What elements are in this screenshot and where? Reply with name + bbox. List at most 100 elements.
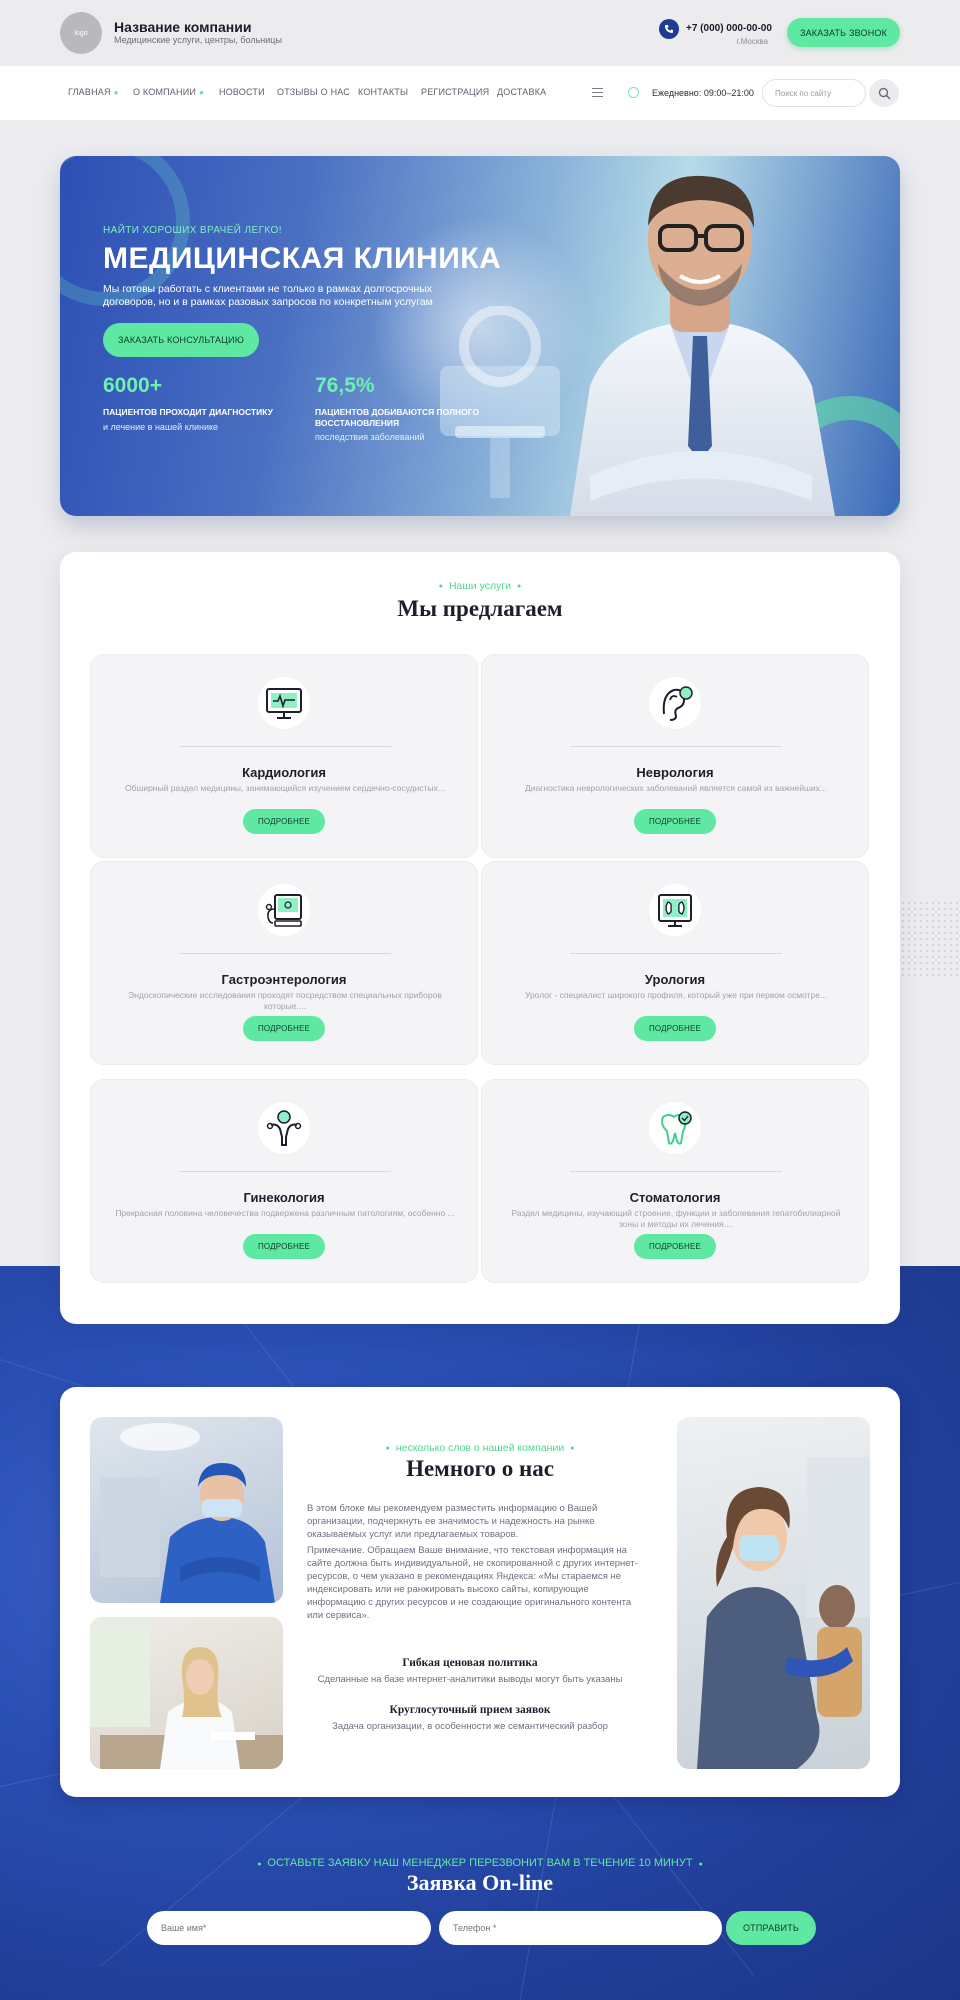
service-desc: Диагностика неврологических заболеваний …	[525, 783, 827, 793]
service-card: Неврология Диагностика неврологических з…	[481, 654, 869, 858]
service-title: Кардиология	[242, 765, 326, 780]
hero-lead-text: Мы готовы работать с клиентами не только…	[103, 283, 433, 308]
hero-banner: Найти хороших врачей легко! МЕДИЦИНСКАЯ …	[60, 156, 900, 516]
more-button[interactable]: Подробнее	[634, 1016, 716, 1041]
service-title: Стоматология	[629, 1190, 721, 1205]
service-desc: Эндоскопические исследования проходят по…	[128, 990, 442, 1011]
hero-kicker: Найти хороших врачей легко!	[103, 225, 282, 236]
services-title: Мы предлагаем	[397, 596, 563, 621]
city-label: г.Москва	[736, 37, 768, 46]
about-kicker-text: несколько слов о нашей компании	[395, 1442, 565, 1454]
service-card: Кардиология Обширный раздел медицины, за…	[90, 654, 478, 858]
hero-title: МЕДИЦИНСКАЯ КЛИНИКА	[103, 242, 502, 275]
service-title: Неврология	[636, 765, 714, 780]
card-divider	[570, 746, 782, 747]
more-button[interactable]: Подробнее	[243, 809, 325, 834]
doctor-writing-photo	[90, 1617, 283, 1769]
nav-item-about[interactable]: О компании ●	[133, 87, 204, 97]
stat-label: Пациентов добиваются полного восстановле…	[315, 407, 480, 428]
name-input[interactable]	[147, 1911, 431, 1945]
stat-sub: последствия заболеваний	[315, 432, 425, 442]
search-icon	[878, 87, 890, 99]
services-kicker-text: Наши услуги	[448, 580, 512, 592]
doctor-photo	[570, 175, 835, 516]
service-card: Гинекология Прекрасная половина человече…	[90, 1079, 478, 1283]
dropdown-dot-icon: ●	[199, 88, 205, 97]
nav-item-label: Контакты	[358, 87, 409, 97]
clock-icon	[628, 87, 639, 98]
company-tagline: Медицинские услуги, центры, больницы	[114, 35, 282, 45]
more-button[interactable]: Подробнее	[634, 1234, 716, 1259]
phone-number[interactable]: +7 (000) 000-00-00	[686, 23, 772, 34]
nav-item-news[interactable]: Новости	[219, 87, 265, 97]
services-kicker: ● Наши услуги ●	[438, 580, 522, 592]
main-nav: Главная ● О компании ● Новости Отзывы о на…	[0, 66, 960, 120]
logo-text: logo	[74, 29, 88, 37]
about-note: Примечание. Обращаем Ваше внимание, что …	[307, 1545, 638, 1621]
more-button[interactable]: Подробнее	[634, 809, 716, 834]
tooth-icon	[649, 1102, 701, 1154]
service-title: Урология	[644, 972, 706, 987]
ear-nerve-icon	[649, 677, 701, 729]
nav-item-reviews[interactable]: Отзывы о нас	[277, 87, 350, 97]
stat-sub: и лечение в нашей клинике	[103, 422, 219, 432]
feature-desc: Задача организации, в особенности же сем…	[332, 1721, 608, 1732]
card-divider	[179, 1171, 391, 1172]
about-title: Немного о нас	[406, 1456, 554, 1481]
nurse-photo	[677, 1417, 870, 1769]
request-title: Заявка On-line	[406, 1870, 554, 1895]
dropdown-dot-icon: ●	[113, 88, 119, 97]
search-button[interactable]	[869, 79, 899, 107]
card-divider	[179, 746, 391, 747]
service-desc: Прекрасная половина человечества подверж…	[115, 1208, 455, 1218]
search-input[interactable]: Поиск по сайту	[762, 79, 866, 107]
about-paragraph: В этом блоке мы рекомендуем разместить и…	[307, 1503, 598, 1540]
service-desc: Раздел медицины, изучающий строение, фун…	[511, 1208, 841, 1229]
more-button[interactable]: Подробнее	[243, 1016, 325, 1041]
uterus-icon	[258, 1102, 310, 1154]
nav-item-label: Регистрация	[421, 87, 490, 97]
nav-item-label: О компании	[133, 87, 197, 97]
decor-dot-grid	[900, 900, 960, 980]
nav-item-contacts[interactable]: Контакты	[358, 87, 408, 97]
phone-input[interactable]	[439, 1911, 722, 1945]
about-section: ● несколько слов о нашей компании ● Немног…	[60, 1387, 900, 1797]
card-divider	[570, 953, 782, 954]
stat-number: 6000+	[103, 374, 162, 397]
more-button[interactable]: Подробнее	[243, 1234, 325, 1259]
cardio-monitor-icon	[258, 677, 310, 729]
card-divider	[570, 1171, 782, 1172]
top-bar: logo Название компании Медицинские услуг…	[0, 0, 960, 66]
nav-item-delivery[interactable]: Доставка	[497, 87, 546, 97]
stat-label: Пациентов проходит диагностику	[103, 407, 273, 417]
services-section: ● Наши услуги ● Мы предлагаем Кардиология …	[60, 552, 900, 1324]
kidney-screen-icon	[649, 884, 701, 936]
order-consultation-button[interactable]: Заказать консультацию	[103, 323, 259, 357]
working-hours: Ежедневно: 09:00–21:00	[652, 88, 754, 98]
request-kicker: ● Оставьте заявку наш менеджер перезвонит…	[257, 1857, 703, 1869]
endoscope-device-icon	[258, 884, 310, 936]
service-card: Урология Уролог - специалист широкого пр…	[481, 861, 869, 1065]
service-title: Гастроэнтерология	[221, 972, 347, 987]
nav-item-home[interactable]: Главная ●	[68, 87, 119, 97]
company-name: Название компании	[114, 19, 252, 35]
feature-title: Круглосуточный прием заявок	[389, 1704, 551, 1716]
feature-title: Гибкая ценовая политика	[402, 1657, 538, 1669]
search-placeholder: Поиск по сайту	[775, 88, 832, 98]
service-card: Гастроэнтерология Эндоскопические исслед…	[90, 861, 478, 1065]
menu-icon[interactable]	[592, 88, 603, 97]
stat-number: 76,5%	[315, 374, 375, 397]
nav-item-label: Новости	[219, 87, 265, 97]
service-title: Гинекология	[243, 1190, 325, 1205]
request-kicker-text: Оставьте заявку наш менеджер перезвонит …	[267, 1857, 693, 1869]
order-call-button[interactable]: Заказать звонок	[787, 18, 900, 47]
submit-button[interactable]: Отправить	[726, 1911, 816, 1945]
nav-item-label: Отзывы о нас	[277, 87, 350, 97]
service-desc: Обширный раздел медицины, занимающийся и…	[125, 783, 445, 793]
phone-icon	[659, 19, 679, 39]
nav-item-label: Доставка	[497, 87, 547, 97]
nav-item-label: Главная	[68, 87, 111, 97]
service-desc: Уролог - специалист широкого профиля, ко…	[524, 990, 828, 1000]
nav-item-registration[interactable]: Регистрация	[421, 87, 489, 97]
company-logo[interactable]: logo	[60, 12, 102, 54]
